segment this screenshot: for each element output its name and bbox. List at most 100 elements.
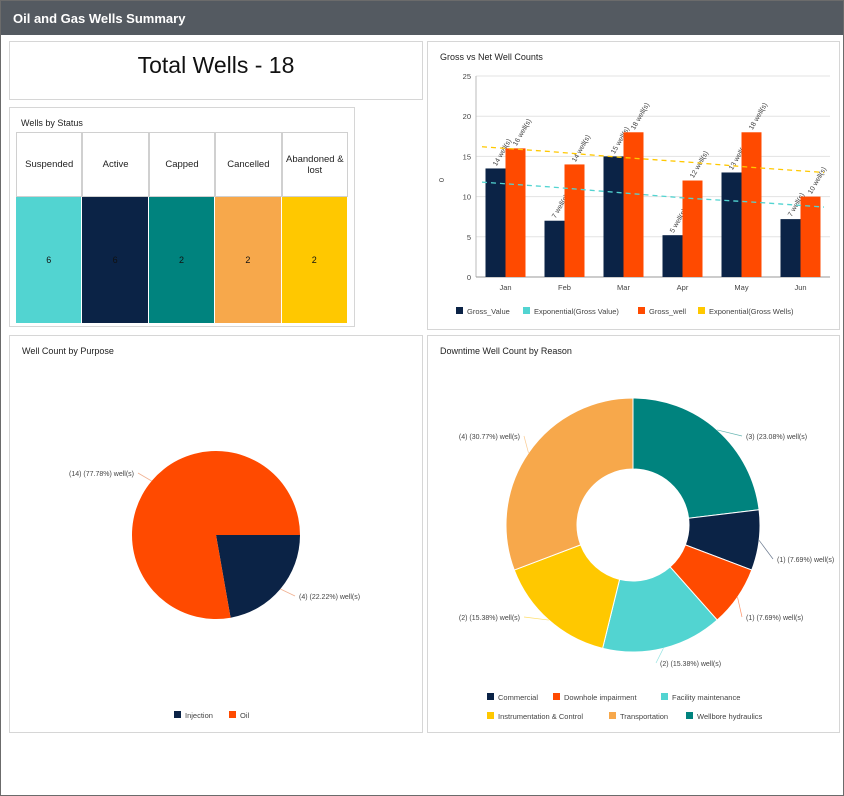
trendline <box>481 181 825 208</box>
legend-label: Exponential(Gross Wells) <box>709 307 794 316</box>
status-label: Cancelled <box>215 132 282 197</box>
x-tick-label: Apr <box>677 283 689 292</box>
wells-by-status-title: Wells by Status <box>21 118 83 128</box>
total-wells-panel: Total Wells - 18 <box>9 41 423 100</box>
legend-swatch <box>553 693 560 700</box>
dashboard-title: Oil and Gas Wells Summary <box>13 11 186 26</box>
legend-label: Injection <box>185 711 213 720</box>
y-tick-label: 25 <box>463 72 471 81</box>
legend-swatch <box>456 307 463 314</box>
total-wells-value: Total Wells - 18 <box>137 52 295 78</box>
donut-data-label: (4) (30.77%) well(s) <box>459 434 520 441</box>
legend-label: Transportation <box>620 712 668 721</box>
label-leader <box>280 588 296 597</box>
status-grid: Suspended 6 Active 6 Capped 2 Cancelled 2 Abando… <box>16 132 348 323</box>
wells-by-status-panel: Wells by Status Suspended 6 Active 6 Capped 2… <box>9 107 355 327</box>
status-label: Suspended <box>16 132 83 197</box>
bar-gross-value <box>721 172 742 277</box>
legend-swatch <box>638 307 645 314</box>
status-count: 2 <box>148 197 216 323</box>
status-count: 6 <box>16 197 83 323</box>
legend-swatch <box>174 711 181 718</box>
legend-swatch <box>487 712 494 719</box>
x-tick-label: Jun <box>794 283 806 292</box>
status-label: Capped <box>148 132 216 197</box>
donut-slice <box>505 397 634 571</box>
y-tick-label: 5 <box>467 233 471 242</box>
status-label: Active <box>82 132 149 197</box>
y-tick-label: 20 <box>463 112 471 121</box>
title-bar: Oil and Gas Wells Summary <box>1 1 843 35</box>
status-column: Suspended 6 <box>16 132 83 323</box>
x-tick-label: Mar <box>617 283 630 292</box>
well-purpose-panel: Well Count by Purpose (4) (22.22%) well(s… <box>9 335 423 733</box>
x-tick-label: Jan <box>499 283 511 292</box>
pie-data-label: (4) (22.22%) well(s) <box>299 594 360 601</box>
pie-slice-injection <box>216 535 300 618</box>
donut-data-label: (1) (7.69%) well(s) <box>777 557 834 564</box>
gross-net-chart: Gross vs Net Well Counts 0 5 10 15 20 25 0 Jan Fe… <box>437 52 830 316</box>
pie-data-label: (14) (77.78%) well(s) <box>69 471 134 478</box>
y-tick-label: 10 <box>463 193 471 202</box>
bar-gross-well <box>800 196 821 277</box>
x-tick-label: Feb <box>558 283 571 292</box>
legend-label: Gross_well <box>649 307 686 316</box>
label-leader <box>137 472 152 482</box>
downtime-chart: Downtime Well Count by Reason (3) (23.08%… <box>440 346 834 721</box>
legend-swatch <box>487 693 494 700</box>
legend-swatch <box>609 712 616 719</box>
status-count: 2 <box>215 197 282 323</box>
y-tick-label: 15 <box>463 152 471 161</box>
label-leader <box>523 435 529 453</box>
label-leader <box>523 616 549 621</box>
legend-label: Instrumentation & Control <box>498 712 583 721</box>
status-column: Cancelled 2 <box>215 132 282 323</box>
bar-gross-value <box>485 168 506 277</box>
bar-data-label: 10 well(s) <box>807 166 828 195</box>
legend-label: Exponential(Gross Value) <box>534 307 619 316</box>
legend-label: Oil <box>240 711 250 720</box>
status-column: Abandoned & lost 2 <box>281 132 348 323</box>
chart-title: Gross vs Net Well Counts <box>440 52 543 62</box>
bar-gross-well <box>682 180 703 277</box>
trendline <box>481 146 825 174</box>
legend-label: Downhole impairment <box>564 693 637 702</box>
chart-title: Well Count by Purpose <box>22 346 114 356</box>
label-leader <box>737 597 743 618</box>
bar-gross-well <box>623 132 644 277</box>
well-purpose-chart: Well Count by Purpose (4) (22.22%) well(s… <box>22 346 360 720</box>
legend-swatch <box>698 307 705 314</box>
status-column: Capped 2 <box>148 132 216 323</box>
status-column: Active 6 <box>82 132 149 323</box>
bar-gross-well <box>741 132 762 277</box>
bar-data-label: 12 well(s) <box>689 150 710 179</box>
donut-slice <box>632 397 760 519</box>
status-count: 2 <box>281 197 348 323</box>
bar-gross-well <box>505 148 526 277</box>
downtime-panel: Downtime Well Count by Reason (3) (23.08%… <box>427 335 840 733</box>
gross-net-panel: Gross vs Net Well Counts 0 5 10 15 20 25 0 Jan Fe… <box>427 41 840 330</box>
legend-label: Gross_Value <box>467 307 510 316</box>
status-label: Abandoned & lost <box>281 132 348 197</box>
bar-gross-value <box>662 235 683 277</box>
legend-swatch <box>229 711 236 718</box>
status-count: 6 <box>82 197 149 323</box>
chart-title: Downtime Well Count by Reason <box>440 346 572 356</box>
donut-data-label: (2) (15.38%) well(s) <box>660 661 721 668</box>
bar-data-label: 16 well(s) <box>512 118 533 147</box>
bar-gross-value <box>780 219 801 277</box>
bar-gross-value <box>544 220 565 277</box>
x-tick-label: May <box>734 283 748 292</box>
label-leader <box>758 540 774 560</box>
y-tick-label: 0 <box>467 273 471 282</box>
y-axis-label: 0 <box>437 178 446 182</box>
legend-swatch <box>686 712 693 719</box>
donut-data-label: (3) (23.08%) well(s) <box>746 434 807 441</box>
legend-label: Facility maintenance <box>672 693 740 702</box>
legend-label: Commercial <box>498 693 538 702</box>
bar-gross-value <box>603 156 624 277</box>
legend-swatch <box>523 307 530 314</box>
donut-data-label: (1) (7.69%) well(s) <box>746 615 803 622</box>
bar-data-label: 14 well(s) <box>571 134 592 163</box>
donut-data-label: (2) (15.38%) well(s) <box>459 615 520 622</box>
